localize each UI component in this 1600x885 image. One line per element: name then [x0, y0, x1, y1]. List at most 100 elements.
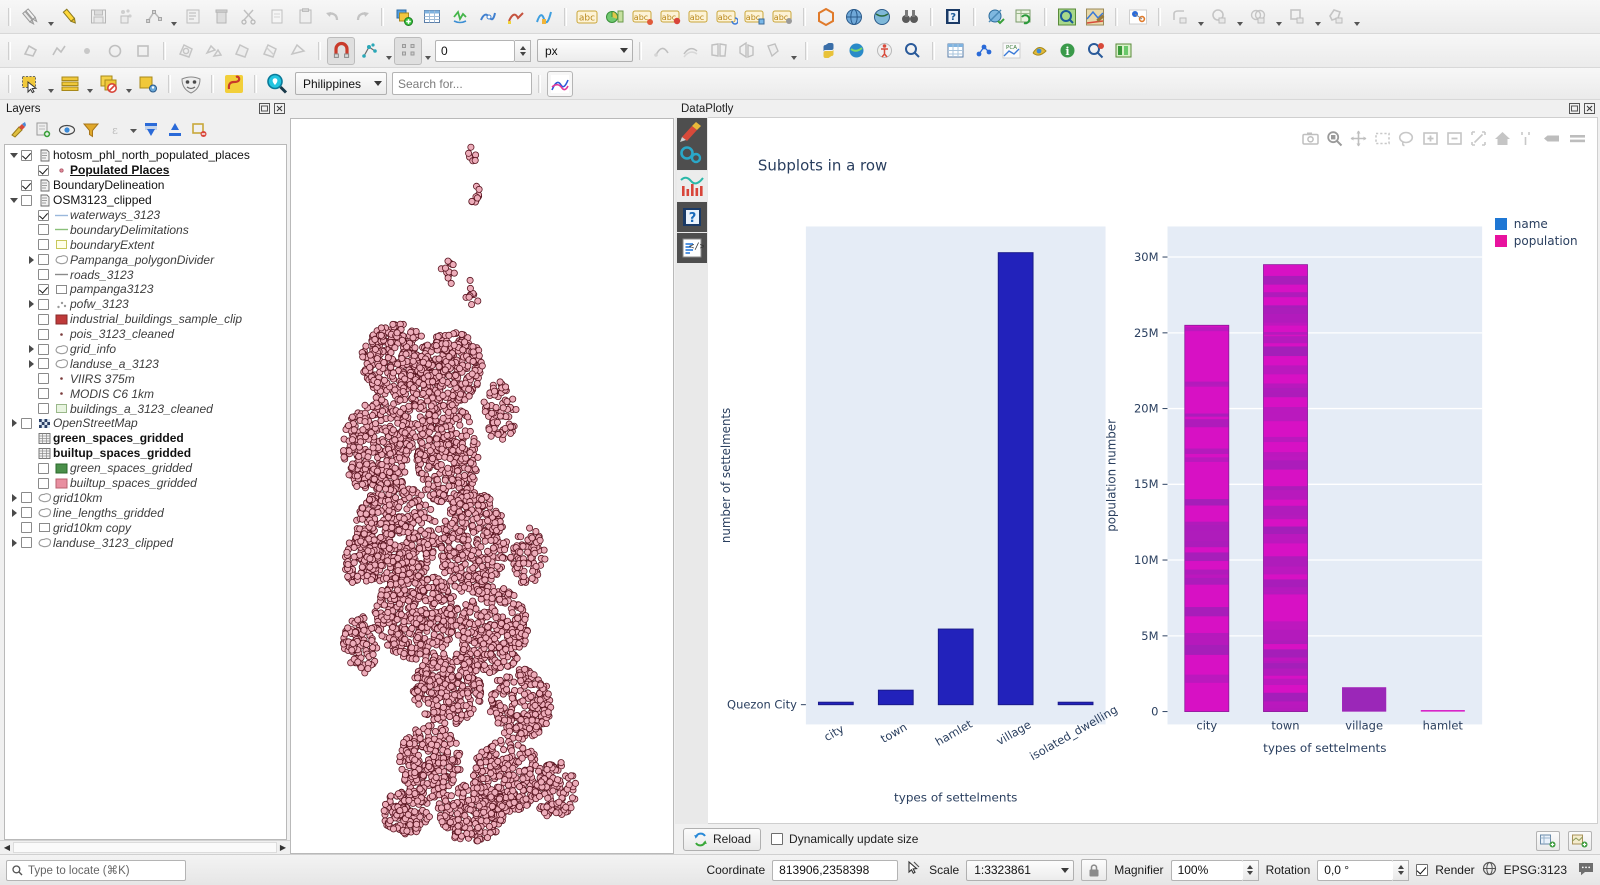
add-group-icon[interactable] — [32, 119, 54, 141]
chevron-down-icon[interactable] — [45, 3, 56, 31]
filter-legend-icon[interactable] — [80, 119, 102, 141]
python-console-icon[interactable] — [814, 37, 842, 65]
layer-tree-item[interactable]: grid10km copy — [5, 520, 286, 535]
nominatim-search-icon[interactable] — [263, 70, 291, 98]
layer-tree-item[interactable]: OpenStreetMap — [5, 416, 286, 431]
rotation-input[interactable]: 0,0 ° — [1317, 860, 1393, 881]
chevron-down-icon[interactable] — [1273, 3, 1284, 31]
layer-visibility-checkbox[interactable] — [38, 299, 49, 310]
layer-visibility-checkbox[interactable] — [38, 478, 49, 489]
satellite-icon[interactable] — [982, 3, 1010, 31]
topology-icon[interactable] — [394, 37, 422, 65]
help-icon[interactable]: ? — [677, 202, 707, 232]
chevron-down-icon[interactable] — [788, 37, 799, 65]
scroll-right-icon[interactable]: ▶ — [277, 842, 289, 854]
abc-rotate-icon[interactable]: abc — [713, 3, 741, 31]
layer-visibility-checkbox[interactable] — [38, 329, 49, 340]
layer-tree-item[interactable]: roads_3123 — [5, 267, 286, 282]
layer-visibility-checkbox[interactable] — [21, 180, 32, 191]
magnifier-stepper[interactable] — [1243, 860, 1259, 881]
layer-tree-item[interactable]: line_lengths_gridded — [5, 505, 286, 520]
chevron-right-icon[interactable] — [24, 300, 38, 308]
layer-tree-item[interactable]: waterways_3123 — [5, 208, 286, 223]
chevron-down-icon[interactable] — [123, 70, 134, 98]
pca-icon[interactable]: PCA — [997, 37, 1025, 65]
layer-visibility-checkbox[interactable] — [21, 195, 32, 206]
scroll-left-icon[interactable]: ◀ — [1, 842, 13, 854]
snap-vertex-icon[interactable] — [355, 37, 383, 65]
abc-move-icon[interactable]: abc — [685, 3, 713, 31]
layer-visibility-checkbox[interactable] — [38, 284, 49, 295]
layer-tree-item[interactable]: OSM3123_clipped — [5, 193, 286, 208]
crs-label[interactable]: EPSG:3123 — [1504, 863, 1567, 877]
layer-tree-item[interactable]: Populated Places — [5, 163, 286, 178]
measure-green-icon[interactable] — [1081, 37, 1109, 65]
network-icon[interactable] — [1124, 3, 1152, 31]
chevron-right-icon[interactable] — [24, 360, 38, 368]
dataplotly-icon[interactable] — [547, 71, 573, 97]
refresh-table-icon[interactable] — [1010, 3, 1038, 31]
new-map-view-icon[interactable] — [1536, 831, 1560, 851]
render-checkbox[interactable] — [1416, 864, 1428, 876]
layer-tree-item[interactable]: grid_info — [5, 342, 286, 357]
layer-tree-item[interactable]: pois_3123_cleaned — [5, 327, 286, 342]
chevron-down-icon[interactable] — [1195, 3, 1206, 31]
map-edit-icon[interactable] — [1081, 3, 1109, 31]
chart-legend[interactable]: namepopulation — [1495, 217, 1578, 251]
select-by-value-icon[interactable] — [56, 70, 84, 98]
style-manager-icon[interactable] — [8, 119, 30, 141]
globe-metasearch-icon[interactable] — [840, 3, 868, 31]
select-by-location-icon[interactable] — [95, 70, 123, 98]
layer-visibility-checkbox[interactable] — [38, 463, 49, 474]
chevron-right-icon[interactable] — [7, 419, 21, 427]
layer-tree-item[interactable]: pofw_3123 — [5, 297, 286, 312]
code-icon[interactable]: </> — [677, 233, 707, 263]
layer-visibility-checkbox[interactable] — [38, 239, 49, 250]
field-calculator-icon[interactable] — [446, 3, 474, 31]
layer-visibility-checkbox[interactable] — [21, 507, 32, 518]
layer-visibility-checkbox[interactable] — [38, 373, 49, 384]
layer-tree-item[interactable]: BoundaryDelineation — [5, 178, 286, 193]
statistics-icon[interactable] — [530, 3, 558, 31]
coordinate-input[interactable]: 813906,2358398 — [772, 860, 898, 881]
undock-icon[interactable] — [1568, 102, 1581, 115]
layer-visibility-checkbox[interactable] — [38, 224, 49, 235]
select-by-expression-icon[interactable] — [134, 70, 162, 98]
zoom-green-icon[interactable] — [1053, 3, 1081, 31]
layer-tree-item[interactable]: hotosm_phl_north_populated_places — [5, 148, 286, 163]
chevron-right-icon[interactable] — [24, 256, 38, 264]
search-input[interactable]: Search for... — [392, 72, 532, 95]
layers-horizontal-scrollbar[interactable]: ◀ ▶ — [0, 840, 290, 854]
chevron-right-icon[interactable] — [7, 494, 21, 502]
binoculars-icon[interactable] — [896, 3, 924, 31]
layer-tree-item[interactable]: green_spaces_gridded — [5, 431, 286, 446]
rotation-stepper[interactable] — [1393, 860, 1409, 881]
layer-visibility-checkbox[interactable] — [21, 522, 32, 533]
plot-type-icon[interactable] — [677, 171, 707, 201]
snap-tolerance-input[interactable]: 0 — [435, 40, 515, 62]
snap-tolerance-stepper[interactable] — [515, 40, 531, 62]
diagram-icon[interactable] — [601, 3, 629, 31]
chevron-down-icon[interactable] — [7, 198, 21, 203]
messages-icon[interactable] — [1578, 861, 1594, 879]
layer-visibility-checkbox[interactable] — [21, 537, 32, 548]
qgis-globe-icon[interactable] — [842, 37, 870, 65]
legend-item[interactable]: name — [1495, 217, 1578, 231]
layer-visibility-checkbox[interactable] — [21, 492, 32, 503]
table-grid-icon[interactable] — [941, 37, 969, 65]
cluster-icon[interactable] — [969, 37, 997, 65]
layer-tree-item[interactable]: builtup_spaces_gridded — [5, 446, 286, 461]
layer-visibility-checkbox[interactable] — [38, 314, 49, 325]
close-icon[interactable] — [273, 102, 286, 115]
collapse-all-icon[interactable] — [164, 119, 186, 141]
pencil-pair-icon[interactable] — [17, 3, 45, 31]
globe-plugin-icon[interactable] — [868, 3, 896, 31]
pencil-icon[interactable] — [56, 3, 84, 31]
chevron-down-icon[interactable] — [128, 119, 138, 141]
layer-tree-item[interactable]: industrial_buildings_sample_clip — [5, 312, 286, 327]
layer-visibility-checkbox[interactable] — [38, 344, 49, 355]
magnet-icon[interactable] — [327, 37, 355, 65]
layer-tree-item[interactable]: pampanga3123 — [5, 282, 286, 297]
snap-units-select[interactable]: px — [537, 39, 633, 62]
layer-visibility-checkbox[interactable] — [38, 358, 49, 369]
